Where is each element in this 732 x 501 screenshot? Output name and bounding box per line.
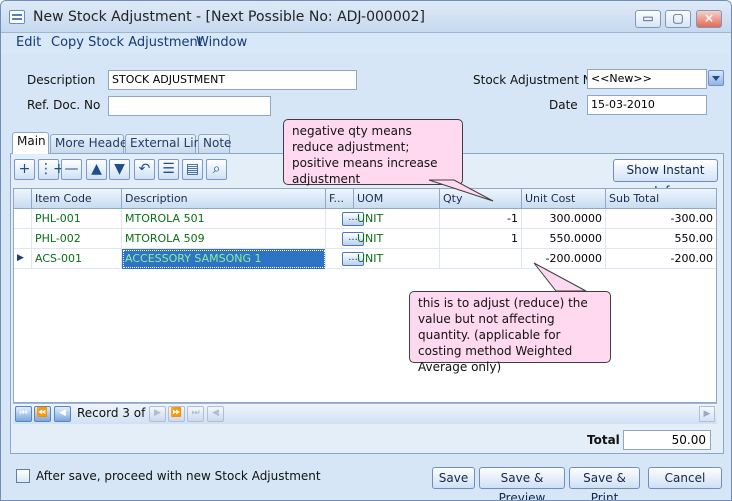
show-instant-info-button[interactable]: Show Instant Info [613, 159, 718, 198]
date-input[interactable]: 15-03-2010 [587, 95, 707, 115]
proceed-new-checkbox[interactable] [16, 469, 30, 483]
save-preview-button[interactable]: Save & Preview [479, 467, 565, 500]
sub-total-cell: -200.00 [606, 249, 716, 269]
selected-description-cell[interactable]: ACCESSORY SAMSONG 1 [122, 249, 326, 269]
ref-doc-input[interactable] [108, 96, 271, 116]
scroll-left-icon[interactable]: ◀ [207, 406, 224, 422]
ref-doc-label: Ref. Doc. No [27, 98, 101, 112]
cost-note-balloon: this is to adjust (reduce) the value but… [409, 291, 611, 374]
description-label: Description [27, 73, 96, 87]
column-unit-cost[interactable]: Unit Cost [522, 189, 606, 209]
cost-note-pointer [533, 262, 587, 292]
column-description[interactable]: Description [122, 189, 326, 209]
qty-cell[interactable]: 1 [440, 229, 522, 249]
minimize-button[interactable]: ▭ [635, 10, 661, 28]
restore-button[interactable]: ▢ [665, 10, 691, 28]
row-indicator-header [14, 189, 32, 209]
detail-icon[interactable]: ▤ [182, 159, 203, 180]
adjustment-no-dropdown-icon[interactable] [708, 70, 724, 86]
uom-cell[interactable]: UNIT [354, 249, 440, 269]
proceed-new-label[interactable]: After save, proceed with new Stock Adjus… [36, 469, 321, 483]
unit-cost-cell[interactable]: 300.0000 [522, 209, 606, 229]
move-down-icon[interactable]: ▼ [109, 159, 130, 180]
qty-cell[interactable]: -1 [440, 209, 522, 229]
table-row[interactable]: PHL-002 MTOROLA 509 ... UNIT 1 550.0000 … [14, 229, 716, 249]
next-page-icon[interactable]: ⏩ [168, 406, 185, 422]
title-bar: New Stock Adjustment - [Next Possible No… [1, 1, 731, 33]
insert-row-icon[interactable]: ⋮+ [38, 159, 65, 180]
scroll-right-icon[interactable]: ▶ [699, 406, 715, 422]
description-input[interactable]: STOCK ADJUSTMENT [108, 70, 357, 90]
stock-adjustment-window: New Stock Adjustment - [Next Possible No… [0, 0, 732, 501]
last-record-icon[interactable]: ⏭ [187, 406, 204, 422]
add-row-icon[interactable]: + [14, 159, 35, 180]
record-counter: Record 3 of 3 [77, 406, 157, 420]
app-icon [9, 10, 25, 24]
save-print-button[interactable]: Save & Print [569, 467, 640, 500]
delete-row-icon[interactable]: — [61, 159, 82, 180]
total-value: 50.00 [623, 430, 711, 450]
table-row[interactable]: PHL-001 MTOROLA 501 ... UNIT -1 300.0000… [14, 209, 716, 229]
uom-cell[interactable]: UNIT [354, 229, 440, 249]
qty-note-pointer [428, 179, 494, 202]
save-button[interactable]: Save [432, 467, 475, 489]
column-sub-total[interactable]: Sub Total [606, 189, 716, 209]
cancel-button[interactable]: Cancel [648, 467, 722, 489]
tab-more-header[interactable]: More Header [50, 134, 132, 153]
tab-note[interactable]: Note [198, 134, 231, 153]
row-indicator [14, 229, 32, 249]
qty-note-balloon: negative qty means reduce adjustment; po… [283, 119, 463, 186]
uom-cell[interactable]: UNIT [354, 209, 440, 229]
item-code-cell[interactable]: PHL-001 [32, 209, 122, 229]
table-row[interactable]: ▶ ACS-001 ACCESSORY SAMSONG 1 ... UNIT -… [14, 249, 716, 269]
menu-edit[interactable]: Edit [16, 35, 41, 50]
tab-external-link[interactable]: External Link [125, 134, 208, 153]
current-row-indicator-icon: ▶ [14, 249, 32, 269]
item-code-cell[interactable]: ACS-001 [32, 249, 122, 269]
grid-header: Item Code Description F... UOM Qty Unit … [14, 189, 716, 209]
first-record-icon[interactable]: ⏮ [15, 406, 32, 422]
column-item-code[interactable]: Item Code [32, 189, 122, 209]
move-up-icon[interactable]: ▲ [86, 159, 107, 180]
row-indicator [14, 209, 32, 229]
list-icon[interactable]: ☰ [158, 159, 179, 180]
unit-cost-cell[interactable]: 550.0000 [522, 229, 606, 249]
undo-icon[interactable]: ↶ [134, 159, 155, 180]
window-title: New Stock Adjustment - [Next Possible No… [33, 9, 426, 25]
sub-total-cell: 550.00 [606, 229, 716, 249]
date-label: Date [549, 98, 578, 112]
tab-main[interactable]: Main [12, 132, 49, 154]
search-icon[interactable]: ⌕ [206, 159, 227, 180]
total-label: Total [587, 433, 620, 447]
adjustment-no-label: Stock Adjustment No [473, 73, 600, 87]
adjustment-no-input[interactable]: <<New>> [587, 69, 707, 89]
description-cell[interactable]: MTOROLA 501 [122, 209, 326, 229]
close-button[interactable]: × [696, 10, 722, 28]
column-f[interactable]: F... [326, 189, 354, 209]
previous-page-icon[interactable]: ⏪ [34, 406, 51, 422]
item-code-cell[interactable]: PHL-002 [32, 229, 122, 249]
menu-copy-stock-adjustment[interactable]: Copy Stock Adjustment [51, 35, 203, 50]
menu-window[interactable]: Window [196, 35, 247, 50]
stock-adjustment-grid: Item Code Description F... UOM Qty Unit … [13, 188, 717, 403]
qty-cell[interactable] [440, 249, 522, 269]
previous-record-icon[interactable]: ◀ [54, 406, 71, 422]
next-record-icon[interactable]: ▶ [149, 406, 166, 422]
record-navigation-bar: ⏮ ⏪ ◀ Record 3 of 3 ▶ ⏩ ⏭ ◀ ▶ [13, 403, 717, 424]
description-cell[interactable]: MTOROLA 509 [122, 229, 326, 249]
menu-bar: Edit Copy Stock Adjustment Window [1, 33, 731, 54]
sub-total-cell: -300.00 [606, 209, 716, 229]
